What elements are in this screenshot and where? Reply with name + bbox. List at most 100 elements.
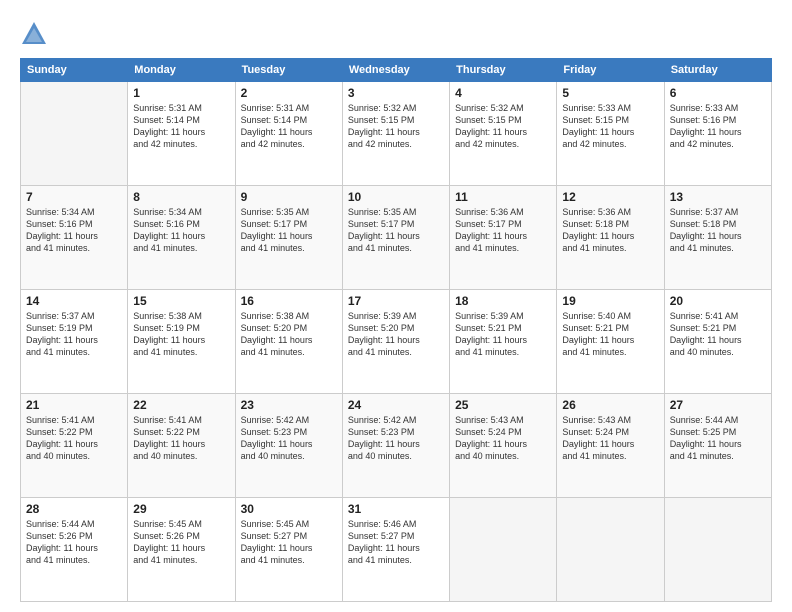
week-row-5: 28Sunrise: 5:44 AM Sunset: 5:26 PM Dayli… xyxy=(21,498,772,602)
day-cell: 6Sunrise: 5:33 AM Sunset: 5:16 PM Daylig… xyxy=(664,82,771,186)
day-cell: 8 Sunrise: 5:34 AM Sunset: 5:16 PM Daylig… xyxy=(128,186,235,290)
day-info: Sunrise: 5:43 AM Sunset: 5:24 PM Dayligh… xyxy=(562,414,658,463)
day-number: 15 xyxy=(133,294,229,308)
day-number: 5 xyxy=(562,86,658,100)
day-number: 20 xyxy=(670,294,766,308)
day-cell: 24 Sunrise: 5:42 AM Sunset: 5:23 PM Dayli… xyxy=(342,394,449,498)
day-info: Sunrise: 5:31 AM Sunset: 5:14 PM Dayligh… xyxy=(241,102,337,151)
day-number: 6 xyxy=(670,86,766,100)
day-number: 31 xyxy=(348,502,444,516)
day-cell: 22 Sunrise: 5:41 AM Sunset: 5:22 PM Dayli… xyxy=(128,394,235,498)
day-cell: 25Sunrise: 5:43 AM Sunset: 5:24 PM Dayli… xyxy=(450,394,557,498)
day-cell: 5 Sunrise: 5:33 AM Sunset: 5:15 PM Daylig… xyxy=(557,82,664,186)
day-info: Sunrise: 5:31 AM Sunset: 5:14 PM Dayligh… xyxy=(133,102,229,151)
day-number: 16 xyxy=(241,294,337,308)
calendar-table: SundayMondayTuesdayWednesdayThursdayFrid… xyxy=(20,58,772,602)
header-row: SundayMondayTuesdayWednesdayThursdayFrid… xyxy=(21,59,772,82)
day-info: Sunrise: 5:35 AM Sunset: 5:17 PM Dayligh… xyxy=(241,206,337,255)
day-number: 19 xyxy=(562,294,658,308)
day-cell: 17 Sunrise: 5:39 AM Sunset: 5:20 PM Dayli… xyxy=(342,290,449,394)
day-cell: 11 Sunrise: 5:36 AM Sunset: 5:17 PM Dayli… xyxy=(450,186,557,290)
day-cell: 30 Sunrise: 5:45 AM Sunset: 5:27 PM Dayli… xyxy=(235,498,342,602)
day-number: 7 xyxy=(26,190,122,204)
header-cell-wednesday: Wednesday xyxy=(342,59,449,82)
day-info: Sunrise: 5:36 AM Sunset: 5:18 PM Dayligh… xyxy=(562,206,658,255)
day-cell: 2 Sunrise: 5:31 AM Sunset: 5:14 PM Daylig… xyxy=(235,82,342,186)
day-info: Sunrise: 5:39 AM Sunset: 5:20 PM Dayligh… xyxy=(348,310,444,359)
day-cell: 14Sunrise: 5:37 AM Sunset: 5:19 PM Dayli… xyxy=(21,290,128,394)
day-number: 22 xyxy=(133,398,229,412)
header-cell-friday: Friday xyxy=(557,59,664,82)
week-row-2: 7 Sunrise: 5:34 AM Sunset: 5:16 PM Daylig… xyxy=(21,186,772,290)
day-number: 29 xyxy=(133,502,229,516)
logo xyxy=(20,20,52,48)
day-cell: 1 Sunrise: 5:31 AM Sunset: 5:14 PM Daylig… xyxy=(128,82,235,186)
day-cell: 23 Sunrise: 5:42 AM Sunset: 5:23 PM Dayli… xyxy=(235,394,342,498)
day-number: 21 xyxy=(26,398,122,412)
day-info: Sunrise: 5:38 AM Sunset: 5:19 PM Dayligh… xyxy=(133,310,229,359)
day-cell xyxy=(450,498,557,602)
day-cell: 13Sunrise: 5:37 AM Sunset: 5:18 PM Dayli… xyxy=(664,186,771,290)
day-info: Sunrise: 5:32 AM Sunset: 5:15 PM Dayligh… xyxy=(348,102,444,151)
week-row-4: 21 Sunrise: 5:41 AM Sunset: 5:22 PM Dayli… xyxy=(21,394,772,498)
day-number: 2 xyxy=(241,86,337,100)
day-info: Sunrise: 5:45 AM Sunset: 5:27 PM Dayligh… xyxy=(241,518,337,567)
header-cell-saturday: Saturday xyxy=(664,59,771,82)
day-info: Sunrise: 5:39 AM Sunset: 5:21 PM Dayligh… xyxy=(455,310,551,359)
day-info: Sunrise: 5:41 AM Sunset: 5:21 PM Dayligh… xyxy=(670,310,766,359)
day-number: 30 xyxy=(241,502,337,516)
day-info: Sunrise: 5:34 AM Sunset: 5:16 PM Dayligh… xyxy=(26,206,122,255)
day-number: 18 xyxy=(455,294,551,308)
day-number: 27 xyxy=(670,398,766,412)
day-info: Sunrise: 5:35 AM Sunset: 5:17 PM Dayligh… xyxy=(348,206,444,255)
day-cell: 15 Sunrise: 5:38 AM Sunset: 5:19 PM Dayli… xyxy=(128,290,235,394)
day-cell: 28Sunrise: 5:44 AM Sunset: 5:26 PM Dayli… xyxy=(21,498,128,602)
day-number: 25 xyxy=(455,398,551,412)
day-info: Sunrise: 5:42 AM Sunset: 5:23 PM Dayligh… xyxy=(348,414,444,463)
day-cell xyxy=(557,498,664,602)
header-cell-tuesday: Tuesday xyxy=(235,59,342,82)
day-info: Sunrise: 5:34 AM Sunset: 5:16 PM Dayligh… xyxy=(133,206,229,255)
day-number: 8 xyxy=(133,190,229,204)
day-cell: 20 Sunrise: 5:41 AM Sunset: 5:21 PM Dayli… xyxy=(664,290,771,394)
day-number: 4 xyxy=(455,86,551,100)
day-info: Sunrise: 5:41 AM Sunset: 5:22 PM Dayligh… xyxy=(133,414,229,463)
day-info: Sunrise: 5:42 AM Sunset: 5:23 PM Dayligh… xyxy=(241,414,337,463)
day-info: Sunrise: 5:46 AM Sunset: 5:27 PM Dayligh… xyxy=(348,518,444,567)
header xyxy=(20,20,772,48)
day-cell: 27 Sunrise: 5:44 AM Sunset: 5:25 PM Dayli… xyxy=(664,394,771,498)
day-info: Sunrise: 5:33 AM Sunset: 5:15 PM Dayligh… xyxy=(562,102,658,151)
day-cell: 31 Sunrise: 5:46 AM Sunset: 5:27 PM Dayli… xyxy=(342,498,449,602)
day-number: 3 xyxy=(348,86,444,100)
header-cell-monday: Monday xyxy=(128,59,235,82)
day-cell: 12Sunrise: 5:36 AM Sunset: 5:18 PM Dayli… xyxy=(557,186,664,290)
day-cell: 19 Sunrise: 5:40 AM Sunset: 5:21 PM Dayli… xyxy=(557,290,664,394)
day-number: 28 xyxy=(26,502,122,516)
day-number: 14 xyxy=(26,294,122,308)
day-cell: 9Sunrise: 5:35 AM Sunset: 5:17 PM Daylig… xyxy=(235,186,342,290)
day-info: Sunrise: 5:44 AM Sunset: 5:25 PM Dayligh… xyxy=(670,414,766,463)
page: SundayMondayTuesdayWednesdayThursdayFrid… xyxy=(0,0,792,612)
day-cell: 7 Sunrise: 5:34 AM Sunset: 5:16 PM Daylig… xyxy=(21,186,128,290)
day-cell xyxy=(21,82,128,186)
day-number: 24 xyxy=(348,398,444,412)
week-row-1: 1 Sunrise: 5:31 AM Sunset: 5:14 PM Daylig… xyxy=(21,82,772,186)
day-number: 11 xyxy=(455,190,551,204)
week-row-3: 14Sunrise: 5:37 AM Sunset: 5:19 PM Dayli… xyxy=(21,290,772,394)
day-info: Sunrise: 5:32 AM Sunset: 5:15 PM Dayligh… xyxy=(455,102,551,151)
day-number: 1 xyxy=(133,86,229,100)
day-info: Sunrise: 5:41 AM Sunset: 5:22 PM Dayligh… xyxy=(26,414,122,463)
day-info: Sunrise: 5:38 AM Sunset: 5:20 PM Dayligh… xyxy=(241,310,337,359)
day-cell: 16 Sunrise: 5:38 AM Sunset: 5:20 PM Dayli… xyxy=(235,290,342,394)
day-cell: 21 Sunrise: 5:41 AM Sunset: 5:22 PM Dayli… xyxy=(21,394,128,498)
day-cell: 3 Sunrise: 5:32 AM Sunset: 5:15 PM Daylig… xyxy=(342,82,449,186)
day-number: 10 xyxy=(348,190,444,204)
day-number: 26 xyxy=(562,398,658,412)
day-info: Sunrise: 5:36 AM Sunset: 5:17 PM Dayligh… xyxy=(455,206,551,255)
day-cell: 10 Sunrise: 5:35 AM Sunset: 5:17 PM Dayli… xyxy=(342,186,449,290)
day-number: 23 xyxy=(241,398,337,412)
day-info: Sunrise: 5:40 AM Sunset: 5:21 PM Dayligh… xyxy=(562,310,658,359)
day-cell: 4 Sunrise: 5:32 AM Sunset: 5:15 PM Daylig… xyxy=(450,82,557,186)
day-cell: 29Sunrise: 5:45 AM Sunset: 5:26 PM Dayli… xyxy=(128,498,235,602)
day-number: 17 xyxy=(348,294,444,308)
